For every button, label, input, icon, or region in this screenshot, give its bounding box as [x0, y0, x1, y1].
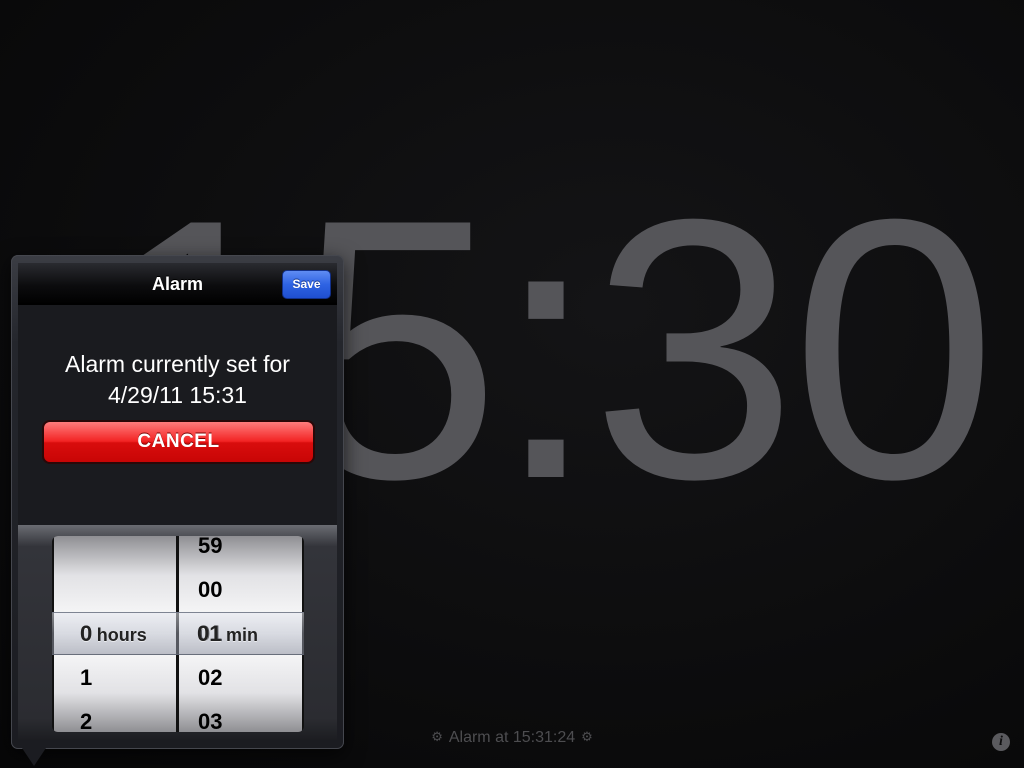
popover-nav-bar: Alarm Save	[18, 263, 337, 305]
selected-minutes: 01 min	[197, 613, 258, 654]
cancel-button[interactable]: CANCEL	[42, 420, 315, 464]
selected-hours: 0 hours	[80, 613, 147, 654]
hours-unit-label: hours	[96, 625, 147, 645]
hours-row: 2	[80, 709, 93, 732]
minutes-row: 03	[198, 709, 223, 732]
alarm-popover: Alarm Save Alarm currently set for 4/29/…	[11, 255, 344, 749]
duration-picker: 0 1 2 59 00 01 02 03 0 hours 01 min	[18, 525, 337, 740]
alarm-set-text: Alarm currently set for 4/29/11 15:31	[18, 349, 337, 411]
info-icon[interactable]: i	[992, 733, 1010, 751]
hours-row: 1	[80, 665, 93, 690]
save-button[interactable]: Save	[282, 270, 331, 299]
picker-selection-bar: 0 hours 01 min	[52, 612, 304, 655]
popover-arrow	[22, 748, 46, 766]
minutes-row: 59	[198, 536, 223, 558]
alarm-set-datetime: 4/29/11 15:31	[108, 382, 247, 408]
minutes-row: 00	[198, 577, 223, 602]
minutes-unit-label: min	[225, 625, 258, 645]
minutes-row: 02	[198, 665, 223, 690]
alarm-status-label: Alarm at 15:31:24	[448, 729, 576, 746]
gear-icon: ⚙	[431, 729, 443, 744]
alarm-set-line1: Alarm currently set for	[65, 351, 290, 377]
selected-minutes-value: 01	[197, 621, 222, 646]
selected-hours-value: 0	[80, 621, 93, 646]
hours-row	[54, 536, 176, 568]
hours-row	[54, 568, 176, 612]
popover-content: Alarm currently set for 4/29/11 15:31 CA…	[18, 305, 337, 525]
gear-icon: ⚙	[581, 729, 593, 744]
